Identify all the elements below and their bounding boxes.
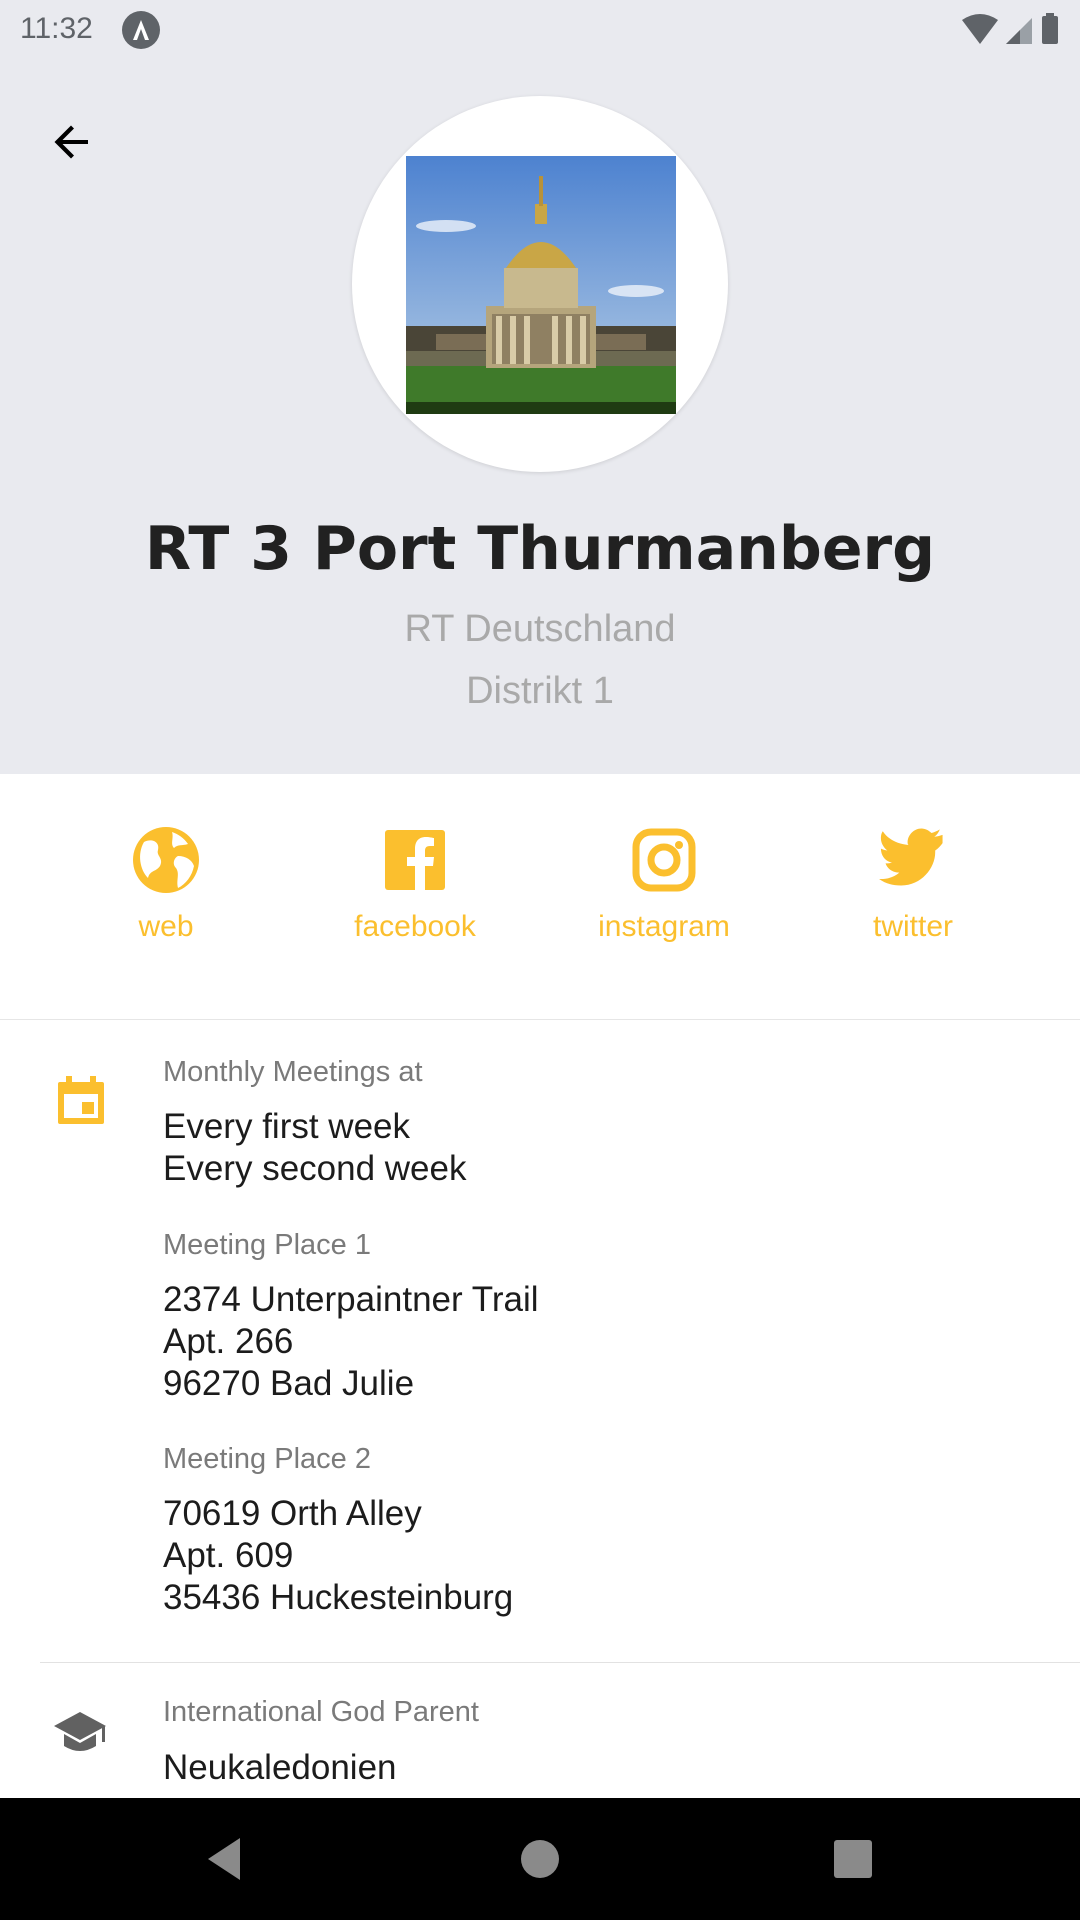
meetings-label: Monthly Meetings at <box>163 1056 423 1088</box>
facebook-link[interactable]: facebook <box>315 824 515 944</box>
web-link[interactable]: web <box>66 824 266 944</box>
meeting-place-2-address[interactable]: 70619 Orth Alley Apt. 609 35436 Huckeste… <box>163 1493 513 1619</box>
meetings-value: Every first week Every second week <box>163 1106 466 1190</box>
address-line: 2374 Unterpaintner Trail <box>163 1280 539 1319</box>
back-button[interactable] <box>34 104 110 180</box>
status-time: 11:32 <box>20 12 93 45</box>
instagram-icon <box>632 828 696 892</box>
instagram-link[interactable]: instagram <box>564 824 764 944</box>
god-parent-label: International God Parent <box>163 1696 479 1728</box>
nav-recents-icon[interactable] <box>828 1834 878 1884</box>
calendar-icon <box>58 1076 104 1124</box>
status-bar: 11:32 <box>0 0 1080 60</box>
social-links: web facebook instagram twitter <box>0 774 1080 1020</box>
address-line: 70619 Orth Alley <box>163 1494 422 1533</box>
club-details: Monthly Meetings at Every first week Eve… <box>0 1020 1080 1798</box>
wifi-icon <box>962 14 998 44</box>
address-line: 96270 Bad Julie <box>163 1364 415 1403</box>
twitter-link[interactable]: twitter <box>813 824 1013 944</box>
avatar-photo <box>406 156 676 414</box>
app-notification-icon <box>122 11 160 49</box>
web-label: web <box>138 910 194 943</box>
profile-header: RT 3 Port Thurmanberg RT Deutschland Dis… <box>0 60 1080 774</box>
cellular-signal-icon <box>1006 18 1032 44</box>
status-indicators <box>960 12 1060 48</box>
section-divider <box>40 1662 1080 1663</box>
twitter-label: twitter <box>872 910 953 943</box>
twitter-icon <box>879 828 943 886</box>
arrow-left-icon <box>54 125 88 159</box>
avatar <box>352 96 728 472</box>
god-parent-value: Neukaledonien <box>163 1748 397 1787</box>
page-title: RT 3 Port Thurmanberg <box>144 514 936 584</box>
address-line: Apt. 266 <box>163 1322 294 1361</box>
meeting-place-1-label: Meeting Place 1 <box>163 1229 371 1261</box>
meeting-place-1-address[interactable]: 2374 Unterpaintner Trail Apt. 266 96270 … <box>163 1279 539 1405</box>
meeting-line: Every second week <box>163 1149 467 1188</box>
nav-home-icon[interactable] <box>515 1834 565 1884</box>
globe-icon <box>133 827 199 893</box>
organization-name: RT Deutschland <box>404 608 676 650</box>
meeting-line: Every first week <box>163 1107 410 1146</box>
facebook-icon <box>385 830 445 890</box>
graduation-cap-icon <box>54 1712 106 1751</box>
battery-icon <box>1042 13 1058 44</box>
address-line: 35436 Huckesteinburg <box>163 1578 514 1617</box>
instagram-label: instagram <box>598 910 730 943</box>
facebook-label: facebook <box>354 910 476 943</box>
address-line: Apt. 609 <box>163 1536 294 1575</box>
screen: 11:32 RT 3 Port Thurmanberg RT Deutschla… <box>0 0 1080 1920</box>
nav-back-icon[interactable] <box>200 1834 250 1884</box>
district-name: Distrikt 1 <box>466 670 614 712</box>
meeting-place-2-label: Meeting Place 2 <box>163 1443 371 1475</box>
system-nav-bar <box>0 1798 1080 1920</box>
